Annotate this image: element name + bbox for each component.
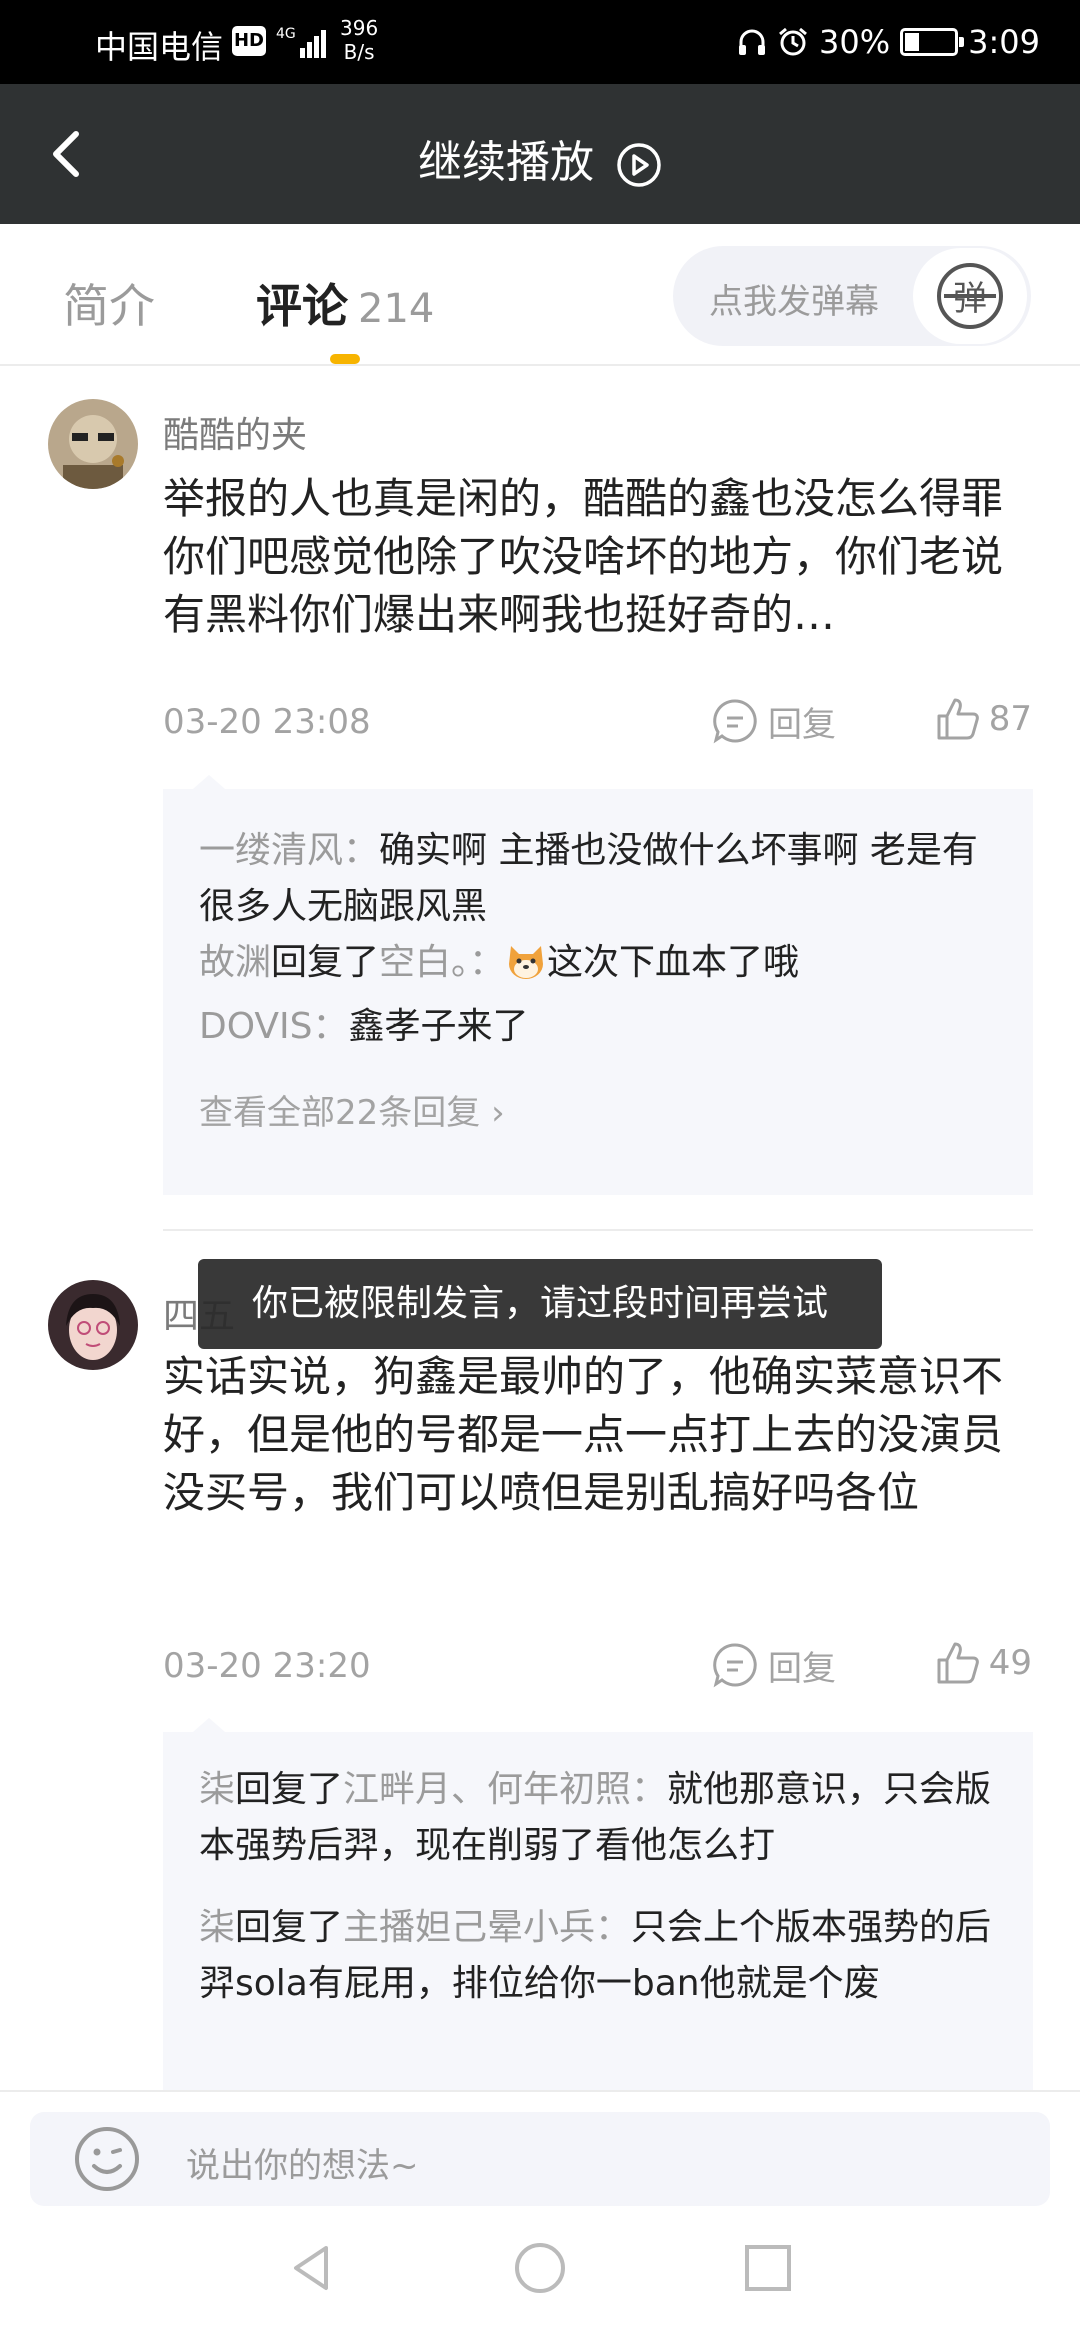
like-count: 49 <box>988 1643 1032 1683</box>
danmaku-placeholder: 点我发弹幕 <box>709 282 879 322</box>
continue-play-button[interactable]: 继续播放 <box>0 126 1080 190</box>
tab-comments[interactable]: 评论 214 <box>256 270 434 336</box>
sub-reply-user[interactable]: 一缕清风： <box>199 830 379 871</box>
sub-reply[interactable]: 一缕清风：确实啊 主播也没做什么坏事啊 老是有很多人无脑跟风黑 <box>199 823 1009 935</box>
reply-label: 回复 <box>768 1648 836 1689</box>
sub-reply-target[interactable]: 江畔月、何年初照： <box>343 1769 667 1810</box>
chat-bubble-icon <box>713 1643 757 1688</box>
speed-unit: B/s <box>343 40 375 64</box>
thumbs-up-icon <box>937 698 979 740</box>
sub-reply-user[interactable]: 柒 <box>199 1769 235 1810</box>
comment-input[interactable]: 说出你的想法~ <box>30 2112 1050 2206</box>
sub-reply[interactable]: 故渊回复了空白。： 这次下血本了哦 <box>199 935 1009 991</box>
like-button[interactable]: 87 <box>935 696 1032 742</box>
comment-time: 03-20 23:20 <box>163 1646 371 1686</box>
thumbs-up-icon <box>937 1642 979 1684</box>
danmaku-toggle-button[interactable]: 弹 <box>913 248 1027 344</box>
reply-word: 回复了 <box>271 942 380 983</box>
sub-reply[interactable]: 柒回复了主播妲己晕小兵：只会上个版本强势的后羿sola有屁用，排位给你一ban他… <box>199 1900 1009 2012</box>
nav-home-icon[interactable] <box>510 2238 570 2298</box>
comment-text: 举报的人也真是闲的，酷酷的鑫也没怎么得罪你们吧感觉他除了吹没啥坏的地方，你们老说… <box>163 474 1004 639</box>
sub-reply-target[interactable]: 主播妲己晕小兵： <box>343 1907 631 1948</box>
toast-message: 你已被限制发言，请过段时间再尝试 <box>198 1259 882 1349</box>
headphones-icon <box>739 29 766 55</box>
comment-input-bar: 说出你的想法~ <box>0 2090 1080 2210</box>
dog-emoji-icon <box>505 942 547 982</box>
sub-reply-text: 这次下血本了哦 <box>547 942 800 983</box>
tab-intro[interactable]: 简介 <box>63 270 155 336</box>
network-speed: 396 B/s <box>340 16 378 64</box>
reply-button[interactable]: 回复 <box>710 1640 836 1690</box>
network-type: 4G <box>276 26 296 42</box>
like-button[interactable]: 49 <box>935 1640 1032 1686</box>
header-title: 继续播放 <box>418 137 594 188</box>
danmaku-icon: 弹 <box>937 263 1003 329</box>
tab-bar: 简介 评论 214 点我发弹幕 弹 <box>0 224 1080 366</box>
comment-username[interactable]: 酷酷的夹 <box>163 406 307 458</box>
reply-box: 一缕清风：确实啊 主播也没做什么坏事啊 老是有很多人无脑跟风黑 故渊回复了空白。… <box>163 775 1033 1195</box>
sub-reply-target[interactable]: 空白。： <box>379 942 505 983</box>
nav-back-icon[interactable] <box>282 2238 342 2298</box>
like-count: 87 <box>988 699 1032 739</box>
comments-count: 214 <box>358 286 435 332</box>
status-right: 30% 3:09 <box>737 20 1040 64</box>
comment-text: 实话实说，狗鑫是最帅的了，他确实菜意识不好，但是他的号都是一点一点打上去的没演员… <box>163 1352 1004 1517</box>
reply-label: 回复 <box>768 704 836 745</box>
reply-word: 回复了 <box>235 1907 344 1948</box>
danmaku-button-label: 弹 <box>953 279 987 319</box>
input-placeholder: 说出你的想法~ <box>186 2146 419 2186</box>
battery-percent: 30% <box>819 23 891 61</box>
avatar[interactable] <box>48 1280 138 1370</box>
sub-reply-user[interactable]: DOVIS： <box>199 1006 349 1047</box>
hd-badge: HD <box>232 26 266 56</box>
tab-indicator <box>330 354 360 364</box>
comment-time: 03-20 23:08 <box>163 702 371 742</box>
tab-comments-label: 评论 <box>256 279 348 333</box>
alarm-icon <box>779 27 807 56</box>
danmaku-input[interactable]: 点我发弹幕 弹 <box>673 246 1031 346</box>
play-circle-icon <box>617 143 661 187</box>
sub-reply-text: 鑫孝子来了 <box>348 1006 529 1047</box>
reply-button[interactable]: 回复 <box>710 696 836 746</box>
battery-icon <box>900 28 965 56</box>
nav-recents-icon[interactable] <box>738 2238 798 2298</box>
reply-box: 柒回复了江畔月、何年初照：就他那意识，只会版本强势后羿，现在削弱了看他怎么打 柒… <box>163 1718 1033 2090</box>
reply-word: 回复了 <box>235 1769 344 1810</box>
sub-reply[interactable]: DOVIS：鑫孝子来了 <box>199 999 1009 1055</box>
sub-reply-user[interactable]: 故渊 <box>199 942 271 983</box>
emoji-icon[interactable] <box>72 2124 142 2194</box>
clock: 3:09 <box>968 23 1040 61</box>
sub-reply-user[interactable]: 柒 <box>199 1907 235 1948</box>
sub-reply[interactable]: 柒回复了江畔月、何年初照：就他那意识，只会版本强势后羿，现在削弱了看他怎么打 <box>199 1762 1009 1874</box>
comment-divider <box>163 1229 1033 1231</box>
avatar[interactable] <box>48 399 138 489</box>
app-header: 继续播放 <box>0 84 1080 224</box>
speed-value: 396 <box>340 16 379 40</box>
signal-icon: 4G <box>276 22 332 66</box>
carrier-label: 中国电信 <box>95 28 224 66</box>
status-bar: 中国电信 HD 4G 396 B/s 30% 3:09 <box>0 0 1080 84</box>
chat-bubble-icon <box>713 699 757 744</box>
view-all-replies-link[interactable]: 查看全部22条回复 › <box>199 1085 505 1134</box>
system-nav-bar <box>0 2210 1080 2340</box>
